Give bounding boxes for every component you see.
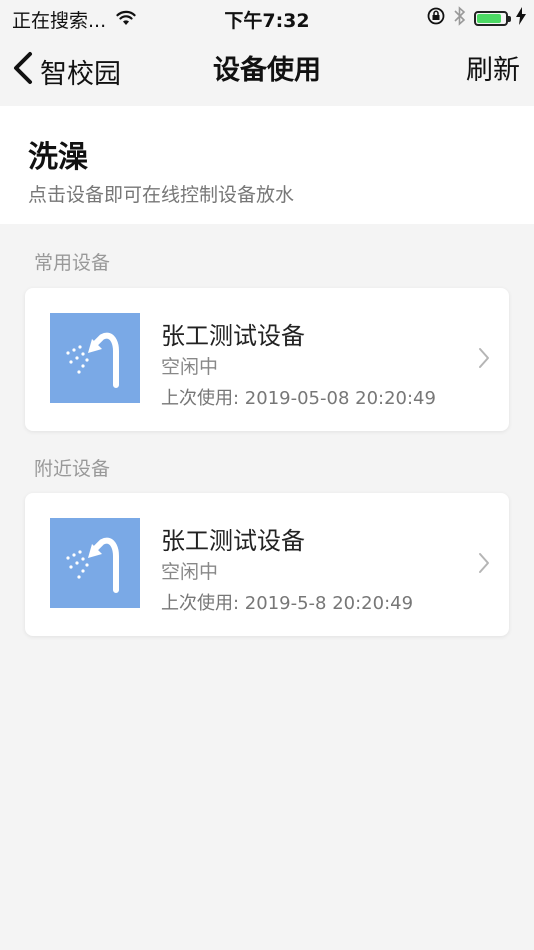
shower-icon xyxy=(50,313,140,403)
chevron-right-icon xyxy=(477,551,491,579)
section-label-frequent: 常用设备 xyxy=(34,252,111,274)
service-subtitle: 点击设备即可在线控制设备放水 xyxy=(28,184,295,206)
back-button[interactable]: 智校园 xyxy=(12,36,121,106)
service-title: 洗澡 xyxy=(28,140,88,175)
charging-icon xyxy=(516,7,526,29)
device-last-use: 上次使用: 2019-5-8 20:20:49 xyxy=(161,593,414,614)
header-section: 洗澡 点击设备即可在线控制设备放水 xyxy=(0,106,534,224)
bluetooth-icon xyxy=(454,6,466,30)
orientation-lock-icon xyxy=(426,6,446,30)
battery-level xyxy=(477,13,501,23)
device-name: 张工测试设备 xyxy=(161,527,305,555)
device-card[interactable]: 张工测试设备 空闲中 上次使用: 2019-5-8 20:20:49 xyxy=(25,493,509,636)
refresh-button[interactable]: 刷新 xyxy=(466,36,520,106)
device-last-use: 上次使用: 2019-05-08 20:20:49 xyxy=(161,388,436,409)
battery-icon xyxy=(474,10,511,26)
back-label: 智校园 xyxy=(40,58,121,90)
device-name: 张工测试设备 xyxy=(161,322,305,350)
status-right xyxy=(426,6,526,30)
device-card[interactable]: 张工测试设备 空闲中 上次使用: 2019-05-08 20:20:49 xyxy=(25,288,509,431)
status-bar: 正在搜索... 下午7:32 xyxy=(0,0,534,36)
chevron-left-icon xyxy=(12,51,34,92)
shower-icon xyxy=(50,518,140,608)
device-status: 空闲中 xyxy=(161,561,219,583)
navigation-bar: 智校园 设备使用 刷新 xyxy=(0,36,534,106)
device-status: 空闲中 xyxy=(161,356,219,378)
section-label-nearby: 附近设备 xyxy=(34,458,111,480)
chevron-right-icon xyxy=(477,346,491,374)
